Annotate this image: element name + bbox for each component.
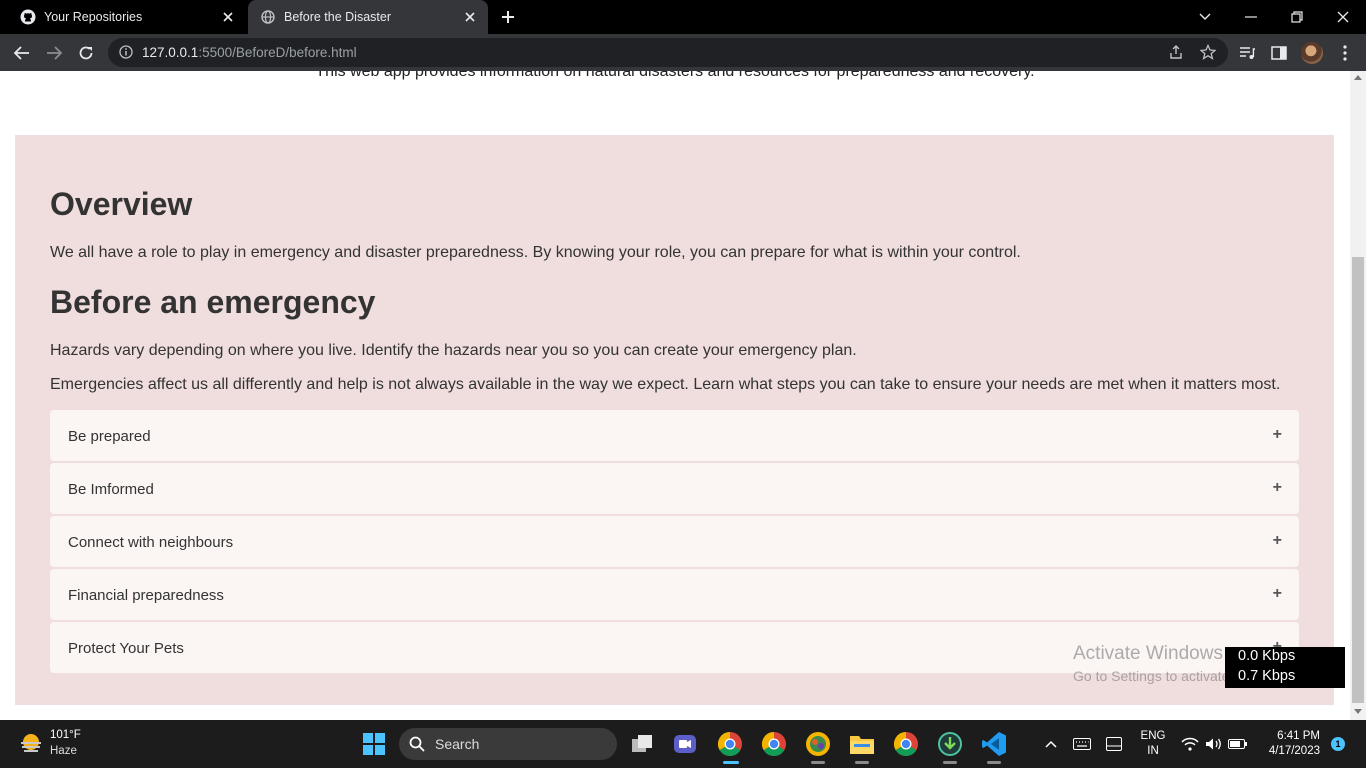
close-window-icon[interactable] <box>1331 5 1355 29</box>
download-manager-icon[interactable] <box>936 730 964 758</box>
media-control-icon[interactable] <box>1237 43 1257 63</box>
activate-windows-title: Activate Windows <box>1073 643 1223 664</box>
hazards-text: Hazards vary depending on where you live… <box>50 342 857 359</box>
back-arrow-icon[interactable] <box>10 41 34 65</box>
scroll-down-arrow-icon[interactable] <box>1354 709 1362 714</box>
accordion-label: Connect with neighbours <box>68 534 234 551</box>
search-icon <box>409 736 425 752</box>
input-language[interactable]: ENG IN <box>1140 729 1166 759</box>
tab-search-chevron-icon[interactable] <box>1193 5 1217 29</box>
download-speed: 0.7 Kbps <box>1238 668 1296 684</box>
keyboard-icon[interactable] <box>1072 734 1092 754</box>
restore-icon[interactable] <box>1285 5 1309 29</box>
upload-speed: 0.0 Kbps <box>1238 648 1296 664</box>
menu-kebab-icon[interactable] <box>1335 43 1355 63</box>
windows-start-icon[interactable] <box>360 730 388 758</box>
new-tab-icon[interactable] <box>498 7 518 27</box>
accordion-item-connect-with-neighbours[interactable]: Connect with neighbours + <box>50 516 1299 567</box>
wifi-icon[interactable] <box>1180 734 1200 754</box>
chrome-profile-icon[interactable] <box>716 730 744 758</box>
show-hidden-icons-chevron-icon[interactable] <box>1041 734 1061 754</box>
expand-plus-icon[interactable]: + <box>1273 479 1282 497</box>
tab-title: Your Repositories <box>44 10 143 24</box>
tab-your-repositories[interactable]: Your Repositories <box>0 0 246 34</box>
scroll-up-arrow-icon[interactable] <box>1354 75 1362 80</box>
accordion-item-financial-preparedness[interactable]: Financial preparedness + <box>50 569 1299 620</box>
chrome-profile-2-icon[interactable] <box>804 730 832 758</box>
emergencies-text: Emergencies affect us all differently an… <box>50 376 1281 393</box>
vscode-icon[interactable] <box>980 730 1008 758</box>
active-app-indicator <box>723 761 739 764</box>
net-speed-widget: 0.0 Kbps 0.7 Kbps <box>1225 647 1345 688</box>
clock-date: 4/17/2023 <box>1268 745 1320 757</box>
accordion-item-be-informed[interactable]: Be Imformed + <box>50 463 1299 514</box>
notification-badge[interactable]: 1 <box>1331 737 1345 751</box>
browser-tab-strip: Your Repositories Before the Disaster <box>0 0 1366 34</box>
tab-title: Before the Disaster <box>284 10 391 24</box>
tab-before-the-disaster[interactable]: Before the Disaster <box>248 0 488 34</box>
close-tab-icon[interactable] <box>220 9 236 25</box>
expand-plus-icon[interactable]: + <box>1273 585 1282 603</box>
accordion-label: Be Imformed <box>68 481 154 498</box>
close-tab-icon[interactable] <box>462 9 478 25</box>
teams-meet-icon[interactable] <box>671 730 699 758</box>
profile-avatar[interactable] <box>1301 42 1323 64</box>
forward-arrow-icon[interactable] <box>42 41 66 65</box>
clock-time: 6:41 PM <box>1277 730 1320 742</box>
expand-plus-icon[interactable]: + <box>1273 426 1282 444</box>
weather-haze-icon[interactable] <box>18 731 44 757</box>
task-view-icon[interactable] <box>628 730 656 758</box>
accordion-label: Financial preparedness <box>68 587 224 604</box>
scrollbar-thumb[interactable] <box>1352 257 1364 703</box>
share-icon[interactable] <box>1168 44 1184 60</box>
browser-toolbar: 127.0.0.1:5500/BeforeD/before.html <box>0 34 1366 71</box>
accordion-item-be-prepared[interactable]: Be prepared + <box>50 410 1299 461</box>
chrome-icon[interactable] <box>760 730 788 758</box>
github-icon <box>20 9 36 25</box>
bookmark-star-icon[interactable] <box>1200 44 1216 60</box>
side-panel-icon[interactable] <box>1269 43 1289 63</box>
page-viewport: This web app provides information on nat… <box>0 71 1350 720</box>
windows-taskbar: 101°F Haze Search ENG IN 6:41 PM 4/17/20… <box>0 720 1366 768</box>
weather-condition[interactable]: Haze <box>50 745 77 757</box>
overview-text: We all have a role to play in emergency … <box>50 244 1021 261</box>
battery-icon[interactable] <box>1228 734 1248 754</box>
accordion-label: Be prepared <box>68 428 151 445</box>
before-emergency-heading: Before an emergency <box>50 284 376 320</box>
info-icon[interactable] <box>118 44 134 60</box>
pen-touch-icon[interactable] <box>1104 734 1124 754</box>
intro-text: This web app provides information on nat… <box>315 71 1035 80</box>
running-app-indicator <box>987 761 1001 764</box>
accordion-label: Protect Your Pets <box>68 640 184 657</box>
file-explorer-icon[interactable] <box>848 730 876 758</box>
address-bar[interactable]: 127.0.0.1:5500/BeforeD/before.html <box>108 38 1228 67</box>
url-text[interactable]: 127.0.0.1:5500/BeforeD/before.html <box>142 45 357 60</box>
running-app-indicator <box>811 761 825 764</box>
minimize-icon[interactable] <box>1239 5 1263 29</box>
system-clock[interactable]: 6:41 PM 4/17/2023 <box>1260 729 1320 759</box>
overview-heading: Overview <box>50 186 193 222</box>
taskbar-search[interactable]: Search <box>399 728 617 760</box>
running-app-indicator <box>855 761 869 764</box>
preparedness-section: Overview We all have a role to play in e… <box>15 135 1334 705</box>
globe-icon <box>260 9 276 25</box>
running-app-indicator <box>943 761 957 764</box>
reload-icon[interactable] <box>74 41 98 65</box>
chrome-profile-3-icon[interactable] <box>892 730 920 758</box>
search-label: Search <box>435 736 480 752</box>
expand-plus-icon[interactable]: + <box>1273 532 1282 550</box>
volume-icon[interactable] <box>1204 734 1224 754</box>
page-scrollbar[interactable] <box>1350 71 1366 720</box>
weather-temperature[interactable]: 101°F <box>50 729 81 741</box>
